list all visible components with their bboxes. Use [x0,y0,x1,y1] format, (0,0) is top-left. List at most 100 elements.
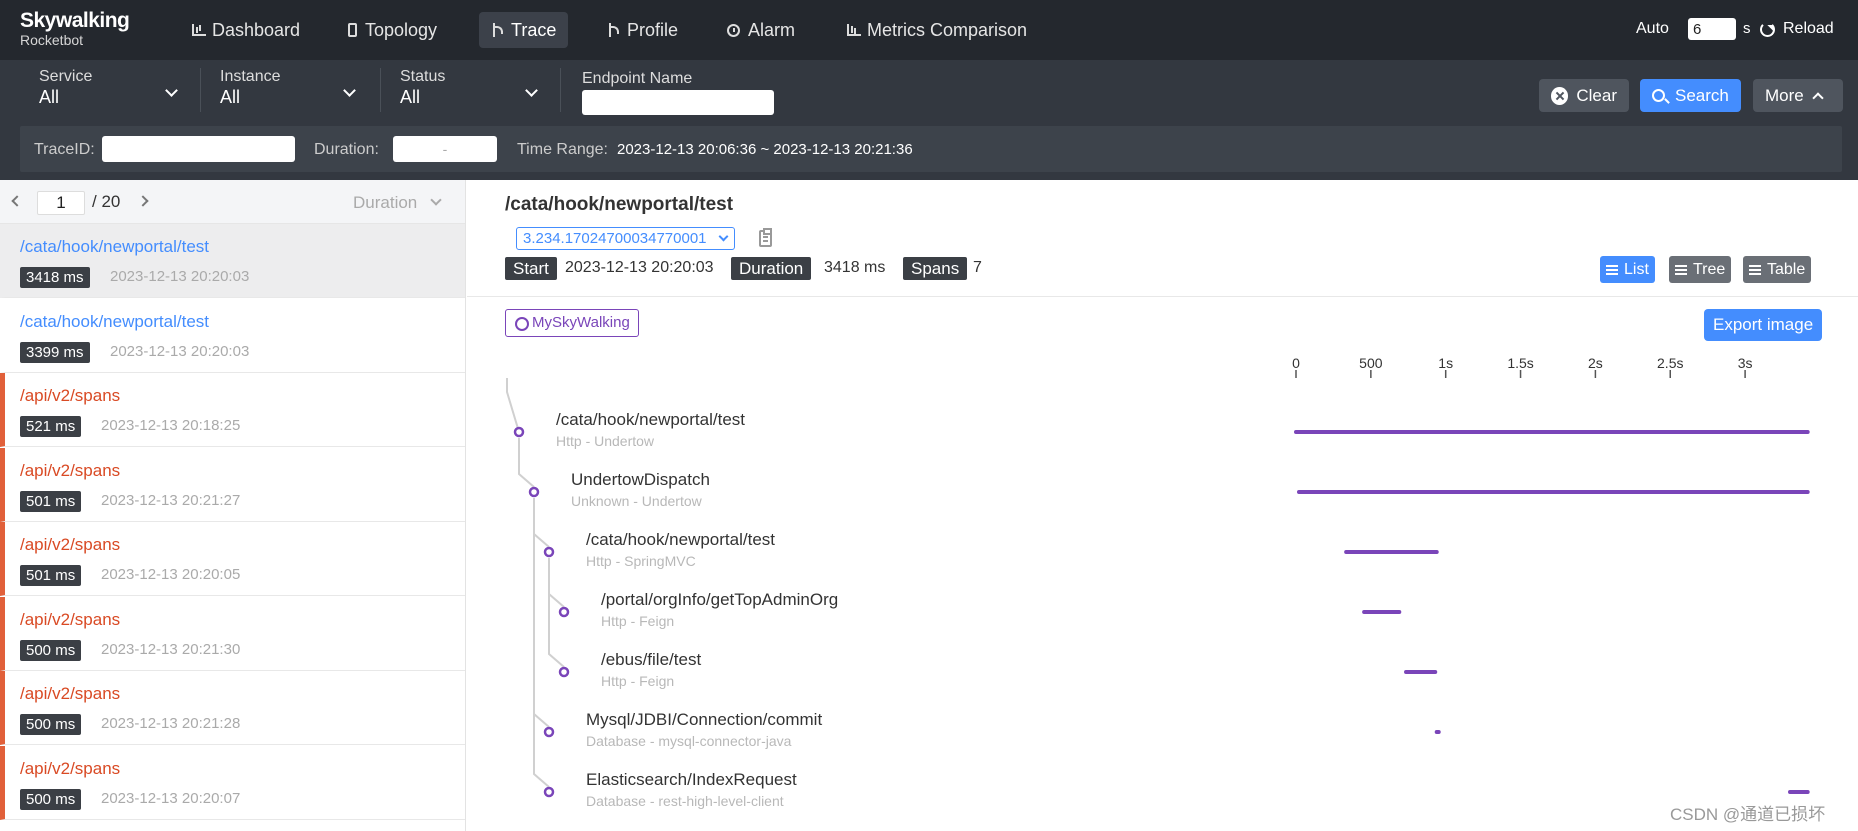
span-node[interactable] [558,606,570,618]
sort-select[interactable]: Duration [353,193,417,213]
page-number-input[interactable]: 1 [37,191,85,215]
duration-filter-label: Duration: [314,141,379,158]
brand-logo[interactable]: Skywalking Rocketbot [20,9,130,49]
trace-list-item[interactable]: /api/v2/spans 500 ms 2023-12-13 20:21:28 [0,671,465,745]
span-node[interactable] [543,786,555,798]
trace-start-time: 2023-12-13 20:21:30 [101,640,241,658]
span-name[interactable]: /cata/hook/newportal/test [556,410,745,430]
tree-connector [533,498,550,548]
trace-list-panel: 1 / 20 Duration /cata/hook/newportal/tes… [0,180,466,831]
nav-dashboard[interactable]: Dashboard [180,12,312,48]
reload-button[interactable]: Reload [1760,20,1834,38]
timeline-tick-label: 1s [1438,355,1454,371]
nav-profile[interactable]: Profile [595,12,690,48]
span-name[interactable]: Elasticsearch/IndexRequest [586,770,797,790]
span-node[interactable] [543,726,555,738]
pagination-bar: 1 / 20 Duration [0,180,465,224]
traceid-label: TraceID: [34,141,95,158]
chevron-left-icon[interactable] [11,195,23,207]
span-node[interactable] [543,546,555,558]
trace-endpoint-name: /cata/hook/newportal/test [20,311,210,331]
tree-connector [533,498,550,728]
page-total: / 20 [92,192,121,211]
reload-icon [1760,21,1775,37]
service-select-label: Service [39,68,93,85]
trace-list-item[interactable]: /api/v2/spans 501 ms 2023-12-13 20:20:05 [0,522,465,596]
tree-connector [518,438,535,488]
auto-refresh-unit: s [1743,20,1751,37]
nav-alarm-label: Alarm [748,19,796,40]
chevron-down-icon [430,194,442,206]
span-name[interactable]: UndertowDispatch [571,470,710,490]
nav-metrics-label: Metrics Comparison [867,19,1028,40]
close-circle-icon [1551,86,1569,105]
nav-trace[interactable]: Trace [479,12,569,48]
trace-list-item[interactable]: /api/v2/spans 500 ms 2023-12-13 20:20:07 [0,745,465,820]
service-select[interactable]: Service All [39,68,178,112]
trace-list-item[interactable]: /cata/hook/newportal/test 3418 ms 2023-12-… [0,224,465,298]
trace-duration-badge: 501 ms [20,565,82,586]
trace-duration-badge: 521 ms [20,416,82,437]
status-select[interactable]: Status All [400,68,538,112]
timeline-tick-label: 1.5s [1507,355,1534,371]
profile-icon [607,23,619,37]
nav-metrics-comparison[interactable]: Metrics Comparison [835,12,1039,48]
reload-label: Reload [1783,20,1834,37]
trace-endpoint-name: /cata/hook/newportal/test [20,237,210,256]
duration-filter-input[interactable]: - [393,136,497,162]
search-button[interactable]: Search [1640,79,1741,112]
traceid-input[interactable] [102,136,295,162]
span-name[interactable]: /portal/orgInfo/getTopAdminOrg [601,590,838,610]
span-name[interactable]: Mysql/JDBI/Connection/commit [586,710,822,730]
timeline-tick-label: 3s [1737,355,1753,371]
advanced-filter-bar: TraceID: Duration: - Time Range: 2023-12… [20,126,1842,172]
trace-endpoint-name: /api/v2/spans [20,386,121,405]
filter-divider [560,68,561,112]
span-node[interactable] [558,666,570,678]
chevron-up-icon [1812,91,1824,104]
trace-duration-badge: 500 ms [20,714,82,735]
more-button[interactable]: More [1753,79,1843,112]
trace-list-item[interactable]: /api/v2/spans 521 ms 2023-12-13 20:18:25 [0,373,465,447]
trace-list-item[interactable]: /api/v2/spans 500 ms 2023-12-13 20:21:30 [0,596,465,671]
trace-list-item[interactable]: /api/v2/spans 501 ms 2023-12-13 20:21:27 [0,447,465,522]
tree-connector [548,558,565,608]
status-select-value: All [400,87,421,107]
trace-start-time: 2023-12-13 20:21:27 [101,491,241,509]
span-node[interactable] [528,486,540,498]
alarm-icon [727,23,740,37]
span-name[interactable]: /cata/hook/newportal/test [586,530,775,550]
span-name[interactable]: /ebus/file/test [601,650,701,670]
trace-start-time: 2023-12-13 20:21:28 [101,715,241,732]
instance-select[interactable]: Instance All [220,68,356,112]
nav-alarm[interactable]: Alarm [715,12,807,48]
nav-trace-label: Trace [511,19,557,40]
brand-subtitle: Rocketbot [20,32,84,48]
timeline-tick-label: 2.5s [1657,355,1684,371]
status-select-label: Status [400,68,446,85]
trace-duration-badge: 3418 ms [20,267,90,288]
endpoint-name-label: Endpoint Name [582,70,693,87]
endpoint-name-input[interactable] [582,90,774,115]
tree-connector [506,378,520,433]
dashboard-icon [192,23,206,37]
clear-button[interactable]: Clear [1539,79,1629,112]
trace-endpoint-name: /api/v2/spans [20,758,121,778]
trace-start-time: 2023-12-13 20:18:25 [101,417,241,434]
timeline-tick-label: 0 [1292,355,1300,371]
trace-detail-panel: /cata/hook/newportal/test 3.234.17024700… [467,180,1858,831]
trace-list-item[interactable]: /cata/hook/newportal/test 3399 ms 2023-12-… [0,299,465,373]
instance-select-value: All [220,87,241,107]
brand-name: Skywalking [20,9,130,32]
instance-select-label: Instance [220,68,281,85]
nav-topology[interactable]: Topology [336,12,449,48]
time-range-label: Time Range: [517,141,608,158]
auto-refresh-interval-input[interactable] [1688,18,1736,40]
trace-icon [491,23,503,37]
span-node[interactable] [513,426,525,438]
chevron-right-icon[interactable] [137,195,149,207]
time-range-value[interactable]: 2023-12-13 20:06:36 ~ 2023-12-13 20:21:3… [617,141,913,158]
span-component: Http - Feign [601,613,675,629]
auto-refresh-label: Auto [1636,20,1669,37]
trace-duration-badge: 501 ms [20,490,82,512]
